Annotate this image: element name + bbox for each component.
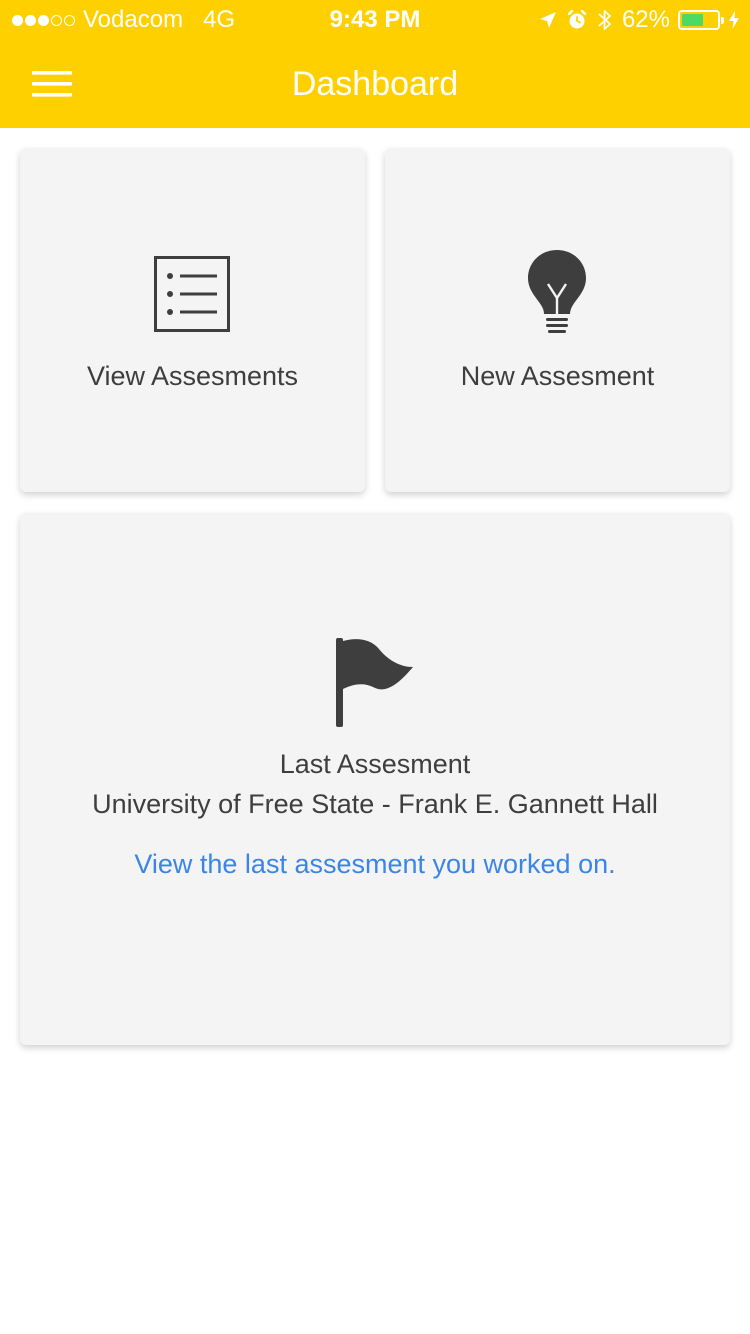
top-bar: Vodacom 4G 9:43 PM 62% Dashboard	[0, 0, 750, 128]
lightbulb-icon	[528, 250, 586, 333]
flag-icon	[336, 638, 413, 727]
battery-tip	[721, 17, 724, 24]
battery-icon	[678, 10, 724, 30]
page-title: Dashboard	[291, 65, 459, 103]
view-assessments-card[interactable]: View Assesments	[20, 148, 365, 492]
view-assessments-label: View Assesments	[86, 361, 299, 391]
alarm-icon	[567, 9, 587, 29]
status-right: 62%	[538, 7, 740, 33]
battery-level	[682, 14, 703, 26]
battery-percent: 62%	[621, 6, 670, 33]
status-bar: Vodacom 4G 9:43 PM 62%	[0, 0, 750, 40]
location-arrow-icon	[539, 12, 556, 28]
last-assessment-card[interactable]: Last Assesment University of Free State …	[20, 513, 730, 1045]
bluetooth-icon	[598, 10, 611, 30]
last-assessment-title: Last Assesment	[279, 749, 471, 779]
list-icon	[154, 256, 230, 332]
last-assessment-subtitle: University of Free State - Frank E. Gann…	[92, 789, 658, 819]
new-assessment-label: New Assesment	[460, 361, 655, 391]
charging-bolt-icon	[729, 11, 739, 29]
navigation-bar: Dashboard	[0, 40, 750, 128]
last-assessment-link[interactable]: View the last assesment you worked on.	[20, 847, 730, 881]
new-assessment-card[interactable]: New Assesment	[385, 148, 730, 492]
